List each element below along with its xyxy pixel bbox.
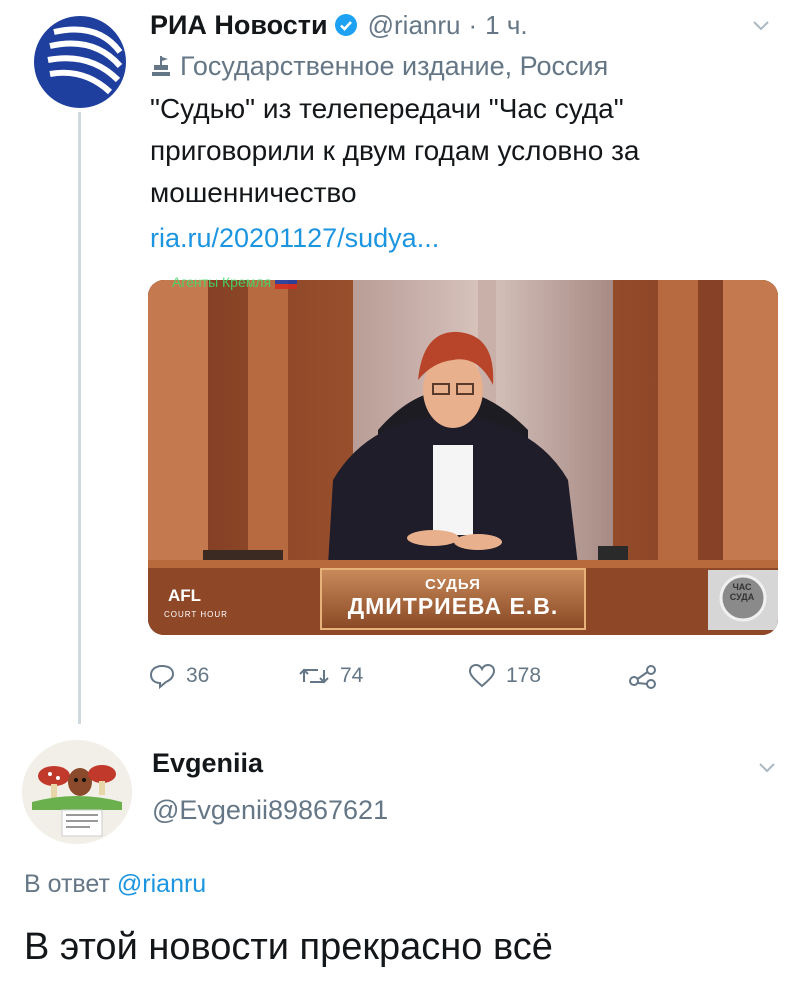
- media-caption-small: СУДЬЯ: [425, 576, 481, 593]
- reply-text: В этой новости прекрасно всё: [24, 926, 553, 968]
- media-watermark: Агенты Кремля: [172, 274, 298, 290]
- russian-flag-icon: [275, 275, 298, 289]
- media-logo-left-sub: COURT HOUR: [164, 610, 228, 619]
- tweet-time[interactable]: 1 ч.: [485, 10, 527, 41]
- avatar-evgeniia[interactable]: [22, 740, 132, 844]
- avatar-ria[interactable]: [24, 12, 136, 112]
- retweet-count: 74: [340, 664, 364, 687]
- verified-badge-icon: [334, 14, 357, 36]
- media-caption-plate: СУДЬЯ ДМИТРИЕВА Е.В.: [320, 568, 586, 630]
- reply-chevron-down-icon[interactable]: [756, 756, 778, 778]
- media-logo-right: ЧАС СУДА: [729, 582, 755, 602]
- reply-to-prefix: В ответ: [24, 870, 110, 898]
- tweet-actions: 36 74 178: [148, 656, 708, 696]
- media-caption-big: ДМИТРИЕВА Е.В.: [347, 593, 559, 619]
- ria-logo-icon: [34, 16, 126, 108]
- heart-icon: [468, 663, 496, 688]
- like-count: 178: [506, 664, 542, 687]
- reply-author-handle[interactable]: @Evgenii89867621: [152, 795, 388, 826]
- separator-dot: ·: [468, 9, 478, 40]
- retweet-button[interactable]: 74: [298, 664, 468, 688]
- reply-icon: [149, 664, 175, 689]
- chevron-down-icon[interactable]: [750, 14, 772, 36]
- media-watermark-text: Агенты Кремля: [172, 274, 272, 290]
- media-logo-left: AFL: [168, 586, 202, 605]
- reply-to-line: В ответ @rianru: [24, 870, 206, 899]
- reply-tweet[interactable]: Evgeniia @Evgenii89867621: [152, 748, 388, 826]
- thread-line: [78, 112, 81, 724]
- reply-button[interactable]: 36: [148, 663, 298, 689]
- tweet-link[interactable]: ria.ru/20201127/sudya...: [150, 218, 780, 258]
- author-name[interactable]: РИА Новости: [150, 10, 328, 41]
- tweet-text: "Судью" из телепередачи "Час суда" приго…: [150, 93, 640, 208]
- reply-count: 36: [186, 664, 210, 687]
- state-media-label-text: Государственное издание, Россия: [180, 50, 609, 81]
- tweet-header: РИА Новости @rianru · 1 ч.: [150, 6, 780, 44]
- author-handle[interactable]: @rianru: [368, 10, 461, 41]
- share-button[interactable]: [628, 663, 668, 689]
- cartoon-avatar-icon: [22, 740, 132, 844]
- like-button[interactable]: 178: [468, 663, 628, 689]
- reply-author-name[interactable]: Evgeniia: [152, 748, 388, 779]
- share-icon: [629, 665, 656, 689]
- retweet-icon: [299, 668, 329, 684]
- state-flag-icon: [152, 56, 170, 76]
- state-media-label[interactable]: Государственное издание, Россия: [150, 46, 780, 86]
- reply-to-mention[interactable]: @rianru: [117, 870, 206, 898]
- main-tweet[interactable]: РИА Новости @rianru · 1 ч. Государственн…: [150, 6, 780, 258]
